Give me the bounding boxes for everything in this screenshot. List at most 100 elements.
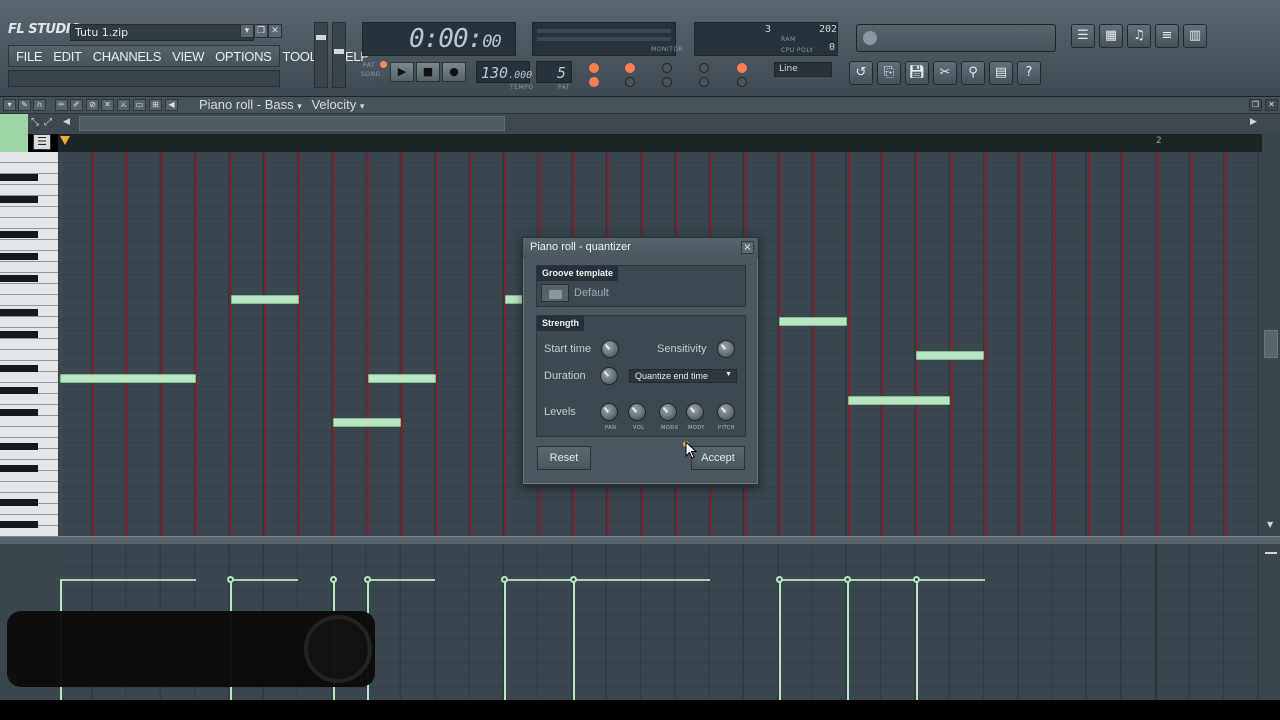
draw-icon[interactable]: ✏	[55, 99, 68, 111]
note[interactable]	[368, 374, 436, 383]
wait-led[interactable]	[589, 77, 599, 87]
velocity-bar[interactable]	[573, 580, 575, 700]
start-time-knob[interactable]	[601, 340, 619, 358]
browser-icon[interactable]: ≡	[1155, 24, 1179, 48]
tempo-display[interactable]: 130.000	[476, 61, 532, 83]
document-icon[interactable]: ▤	[989, 61, 1013, 85]
scroll-right-icon[interactable]: ▶	[1250, 117, 1257, 127]
velocity-handle[interactable]	[364, 576, 371, 583]
velocity-handle[interactable]	[776, 576, 783, 583]
pat-mode-led[interactable]	[380, 61, 387, 68]
time-display[interactable]: 0:00:00	[362, 22, 516, 56]
black-key[interactable]	[0, 465, 38, 472]
delete-icon[interactable]: ⊘	[86, 99, 99, 111]
piano-keyboard[interactable]	[0, 152, 58, 536]
black-key[interactable]	[0, 331, 38, 338]
black-key[interactable]	[0, 231, 38, 238]
modx-knob[interactable]	[659, 403, 677, 421]
menu-dropdown-icon[interactable]: ▾	[240, 24, 254, 38]
close-icon[interactable]: ✕	[1265, 99, 1278, 111]
note[interactable]	[231, 295, 299, 304]
velocity-handle[interactable]	[570, 576, 577, 583]
step-sequencer-icon[interactable]: ▦	[1099, 24, 1123, 48]
close-icon[interactable]: ×	[741, 241, 754, 254]
master-volume-slider[interactable]	[314, 22, 328, 88]
vertical-scroll-thumb[interactable]	[1264, 330, 1278, 358]
velocity-bar[interactable]	[504, 580, 506, 700]
velocity-bar[interactable]	[916, 580, 918, 700]
snap-led[interactable]	[737, 63, 747, 73]
slice-icon[interactable]: ⚔	[117, 99, 130, 111]
menu-channels[interactable]: CHANNELS	[86, 46, 165, 66]
scroll-left-icon[interactable]: ◀	[63, 117, 70, 127]
metronome-led[interactable]	[589, 63, 599, 73]
scrollbar-thumb[interactable]	[79, 116, 505, 131]
mixer-icon[interactable]: ▥	[1183, 24, 1207, 48]
menu-options[interactable]: OPTIONS	[208, 46, 275, 66]
black-key[interactable]	[0, 275, 38, 282]
velocity-bar[interactable]	[779, 580, 781, 700]
record-mode-led[interactable]	[699, 63, 709, 73]
pan-knob[interactable]	[600, 403, 618, 421]
mute-icon[interactable]: ✕	[101, 99, 114, 111]
dialog-title[interactable]: Piano roll - quantizer	[523, 238, 758, 258]
step-led[interactable]	[625, 77, 635, 87]
restore-window-icon[interactable]: ❐	[254, 24, 268, 38]
black-key[interactable]	[0, 499, 38, 506]
black-key[interactable]	[0, 365, 38, 372]
magnet-icon[interactable]: ∩	[33, 99, 46, 111]
vol-knob[interactable]	[628, 403, 646, 421]
maximize-icon[interactable]: ❐	[1249, 99, 1262, 111]
blend-led[interactable]	[662, 63, 672, 73]
velocity-handle[interactable]	[501, 576, 508, 583]
event-lane-scroll[interactable]	[1262, 544, 1280, 700]
playback-icon[interactable]: ◀	[165, 99, 178, 111]
event-selector[interactable]: Velocity	[311, 97, 356, 112]
scroll-down-icon[interactable]: ▼	[1267, 520, 1273, 529]
black-key[interactable]	[0, 309, 38, 316]
velocity-bar[interactable]	[847, 580, 849, 700]
close-window-icon[interactable]: ✕	[268, 24, 282, 38]
groove-value[interactable]: Default	[574, 287, 609, 299]
note[interactable]	[779, 317, 847, 326]
folder-icon[interactable]	[541, 284, 569, 302]
timeline-ruler[interactable]: 2	[58, 134, 1262, 152]
black-key[interactable]	[0, 409, 38, 416]
options-arrow-icon[interactable]: ▾	[3, 99, 16, 111]
velocity-handle[interactable]	[844, 576, 851, 583]
zoom-icon[interactable]: ⊞	[149, 99, 162, 111]
note[interactable]	[848, 396, 950, 405]
mody-knob[interactable]	[686, 403, 704, 421]
pattern-display[interactable]: 5	[536, 61, 572, 83]
vertical-scrollbar[interactable]: ▼	[1262, 134, 1280, 536]
tools-icon[interactable]: ✎	[18, 99, 31, 111]
piano-roll-icon[interactable]: ♫	[1127, 24, 1151, 48]
snap-mode-select[interactable]: Line	[774, 62, 832, 77]
horizontal-scrollbar[interactable]: ◀ ▶	[0, 114, 1280, 134]
accept-button[interactable]: Accept	[691, 446, 745, 470]
black-key[interactable]	[0, 253, 38, 260]
pitch-knob[interactable]	[717, 403, 735, 421]
help-icon[interactable]: ?	[1017, 61, 1041, 85]
velocity-handle[interactable]	[913, 576, 920, 583]
save-icon[interactable]: 💾︎	[905, 61, 929, 85]
countdown-led[interactable]	[625, 63, 635, 73]
black-key[interactable]	[0, 521, 38, 528]
punch-led[interactable]	[699, 77, 709, 87]
cut-icon[interactable]: ✂	[933, 61, 957, 85]
menu-view[interactable]: VIEW	[165, 46, 208, 66]
snap2-led[interactable]	[737, 77, 747, 87]
playhead-marker[interactable]	[60, 136, 70, 145]
song-mode-led[interactable]	[380, 71, 387, 78]
select-icon[interactable]: ▭	[133, 99, 146, 111]
velocity-handle[interactable]	[227, 576, 234, 583]
black-key[interactable]	[0, 387, 38, 394]
note[interactable]	[333, 418, 401, 427]
duration-knob[interactable]	[600, 367, 618, 385]
lane-splitter[interactable]	[0, 536, 1280, 544]
zoom-tool-icon[interactable]: ⤡	[31, 117, 43, 129]
duration-mode-select[interactable]: Quantize end time ▼	[629, 369, 737, 383]
velocity-handle[interactable]	[330, 576, 337, 583]
search-icon[interactable]: ⚲	[961, 61, 985, 85]
save-as-icon[interactable]: ⎘	[877, 61, 901, 85]
